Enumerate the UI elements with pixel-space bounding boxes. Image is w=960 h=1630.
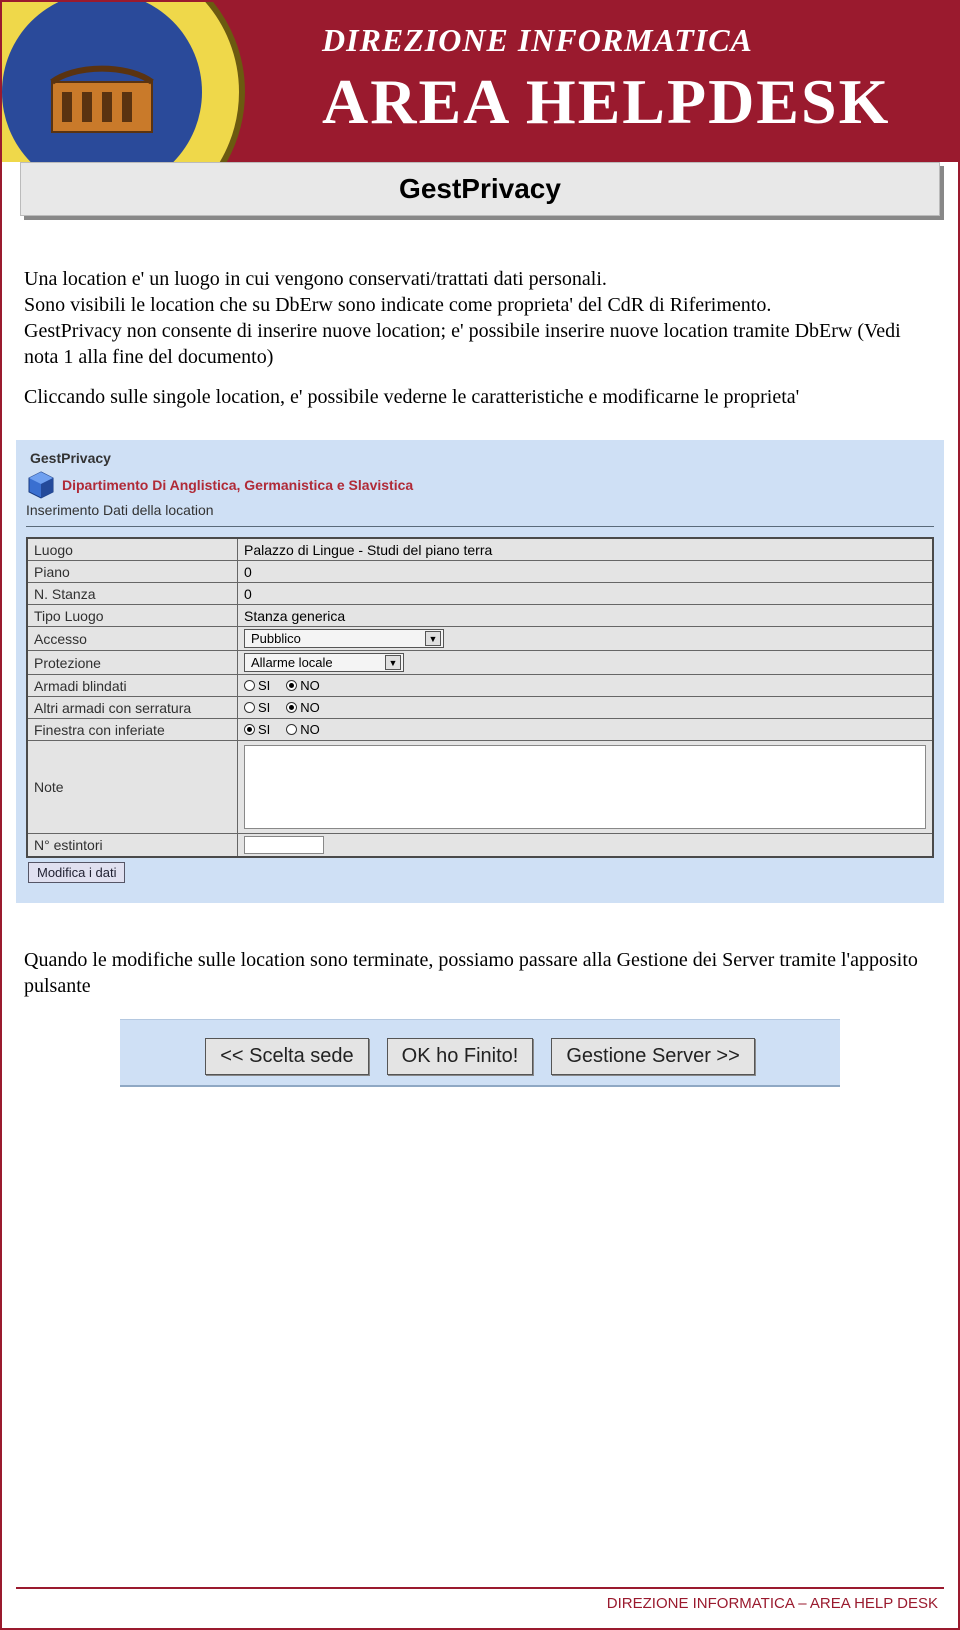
- intro-text: Una location e' un luogo in cui vengono …: [24, 266, 936, 410]
- intro-line-1: Una location e' un luogo in cui vengono …: [24, 268, 607, 290]
- n-estintori-input[interactable]: [244, 836, 324, 854]
- label-luogo: Luogo: [28, 539, 238, 560]
- label-armadi-blindati: Armadi blindati: [28, 675, 238, 696]
- intro-line-2: Sono visibili le location che su DbErw s…: [24, 294, 771, 316]
- label-n-estintori: N° estintori: [28, 834, 238, 856]
- header-banner: ITA · DEGLI DIREZIONE INFORMATICA AREA H…: [2, 2, 958, 162]
- cube-icon: [26, 470, 56, 500]
- accesso-select-value: Pubblico: [251, 631, 301, 646]
- radio-label-si: SI: [258, 700, 270, 715]
- department-name: Dipartimento Di Anglistica, Germanistica…: [62, 477, 413, 493]
- divider: [26, 526, 934, 527]
- note-textarea[interactable]: [244, 745, 926, 829]
- intro-line-4: Cliccando sulle singole location, e' pos…: [24, 384, 936, 410]
- page: ITA · DEGLI DIREZIONE INFORMATICA AREA H…: [0, 0, 960, 1630]
- intro-line-3: GestPrivacy non consente di inserire nuo…: [24, 320, 901, 368]
- scelta-sede-button[interactable]: << Scelta sede: [205, 1038, 368, 1075]
- header-subtitle: DIREZIONE INFORMATICA: [322, 22, 890, 59]
- nav-button-bar: << Scelta sede OK ho Finito! Gestione Se…: [120, 1019, 840, 1087]
- value-luogo: Palazzo di Lingue - Studi del piano terr…: [238, 539, 932, 560]
- armadi-blindati-si-radio[interactable]: [244, 680, 255, 691]
- location-table: Luogo Palazzo di Lingue - Studi del pian…: [26, 537, 934, 858]
- header-title: AREA HELPDESK: [322, 65, 890, 139]
- label-note: Note: [28, 741, 238, 833]
- radio-label-si: SI: [258, 678, 270, 693]
- chevron-down-icon: ▼: [385, 655, 401, 670]
- form-legend: GestPrivacy: [30, 450, 934, 466]
- armadi-blindati-no-radio[interactable]: [286, 680, 297, 691]
- label-piano: Piano: [28, 561, 238, 582]
- value-piano: 0: [238, 561, 932, 582]
- protezione-select[interactable]: Allarme locale ▼: [244, 653, 404, 672]
- university-seal-icon: ITA · DEGLI: [2, 2, 252, 162]
- footer-text: DIREZIONE INFORMATICA – AREA HELP DESK: [2, 1589, 958, 1628]
- modifica-dati-button[interactable]: Modifica i dati: [28, 862, 125, 883]
- altri-armadi-no-radio[interactable]: [286, 702, 297, 713]
- label-finestra: Finestra con inferiate: [28, 719, 238, 740]
- gestione-server-button[interactable]: Gestione Server >>: [551, 1038, 754, 1075]
- ok-finito-button[interactable]: OK ho Finito!: [387, 1038, 534, 1075]
- page-title: GestPrivacy: [20, 162, 940, 216]
- label-nstanza: N. Stanza: [28, 583, 238, 604]
- altri-armadi-si-radio[interactable]: [244, 702, 255, 713]
- finestra-no-radio[interactable]: [286, 724, 297, 735]
- label-altri-armadi: Altri armadi con serratura: [28, 697, 238, 718]
- label-protezione: Protezione: [28, 651, 238, 674]
- value-tipoluogo: Stanza generica: [238, 605, 932, 626]
- finestra-si-radio[interactable]: [244, 724, 255, 735]
- after-form-text: Quando le modifiche sulle location sono …: [24, 947, 936, 999]
- chevron-down-icon: ▼: [425, 631, 441, 646]
- radio-label-no: NO: [300, 722, 320, 737]
- location-form-panel: GestPrivacy Dipartimento Di Anglistica, …: [16, 440, 944, 903]
- radio-label-si: SI: [258, 722, 270, 737]
- radio-label-no: NO: [300, 700, 320, 715]
- label-tipoluogo: Tipo Luogo: [28, 605, 238, 626]
- radio-label-no: NO: [300, 678, 320, 693]
- form-subtitle: Inserimento Dati della location: [26, 502, 934, 518]
- protezione-select-value: Allarme locale: [251, 655, 333, 670]
- accesso-select[interactable]: Pubblico ▼: [244, 629, 444, 648]
- value-nstanza: 0: [238, 583, 932, 604]
- label-accesso: Accesso: [28, 627, 238, 650]
- content-area: GestPrivacy Una location e' un luogo in …: [2, 162, 958, 1587]
